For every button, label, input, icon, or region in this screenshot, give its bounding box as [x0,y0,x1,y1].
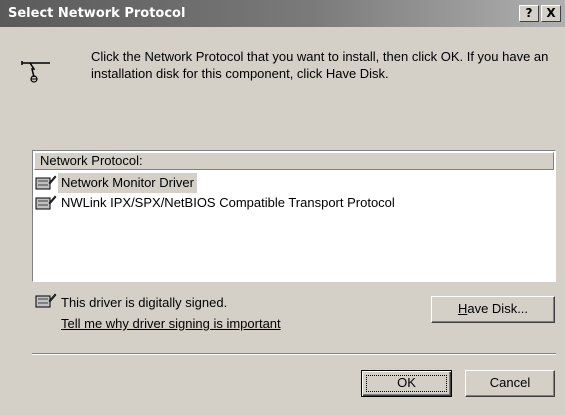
list-item-label: NWLink IPX/SPX/NetBIOS Compatible Transp… [61,195,395,210]
instruction-text: Click the Network Protocol that you want… [91,49,549,81]
signed-driver-icon [35,194,57,212]
title-bar[interactable]: Select Network Protocol ? X [0,0,565,27]
close-button[interactable]: X [541,5,561,22]
driver-signing-link[interactable]: Tell me why driver signing is important [61,315,281,332]
signature-status-text: This driver is digitally signed. [61,295,228,310]
separator [32,353,556,355]
ok-button[interactable]: OK [361,370,452,397]
list-item-label: Network Monitor Driver [58,173,197,193]
signed-driver-icon [35,174,57,192]
network-protocol-icon [20,57,52,85]
ok-label: OK [397,375,416,390]
list-column-header[interactable]: Network Protocol: [34,152,554,170]
window-title: Select Network Protocol [8,6,186,21]
network-protocol-list[interactable]: Network Protocol: Network Monitor Driver… [32,150,556,282]
have-disk-label: ave Disk... [467,301,529,316]
have-disk-mnemonic: H [457,301,468,316]
help-button[interactable]: ? [519,5,539,22]
cancel-button[interactable]: Cancel [465,370,555,397]
signed-driver-icon [35,292,57,310]
have-disk-button[interactable]: Have Disk... [431,296,555,323]
